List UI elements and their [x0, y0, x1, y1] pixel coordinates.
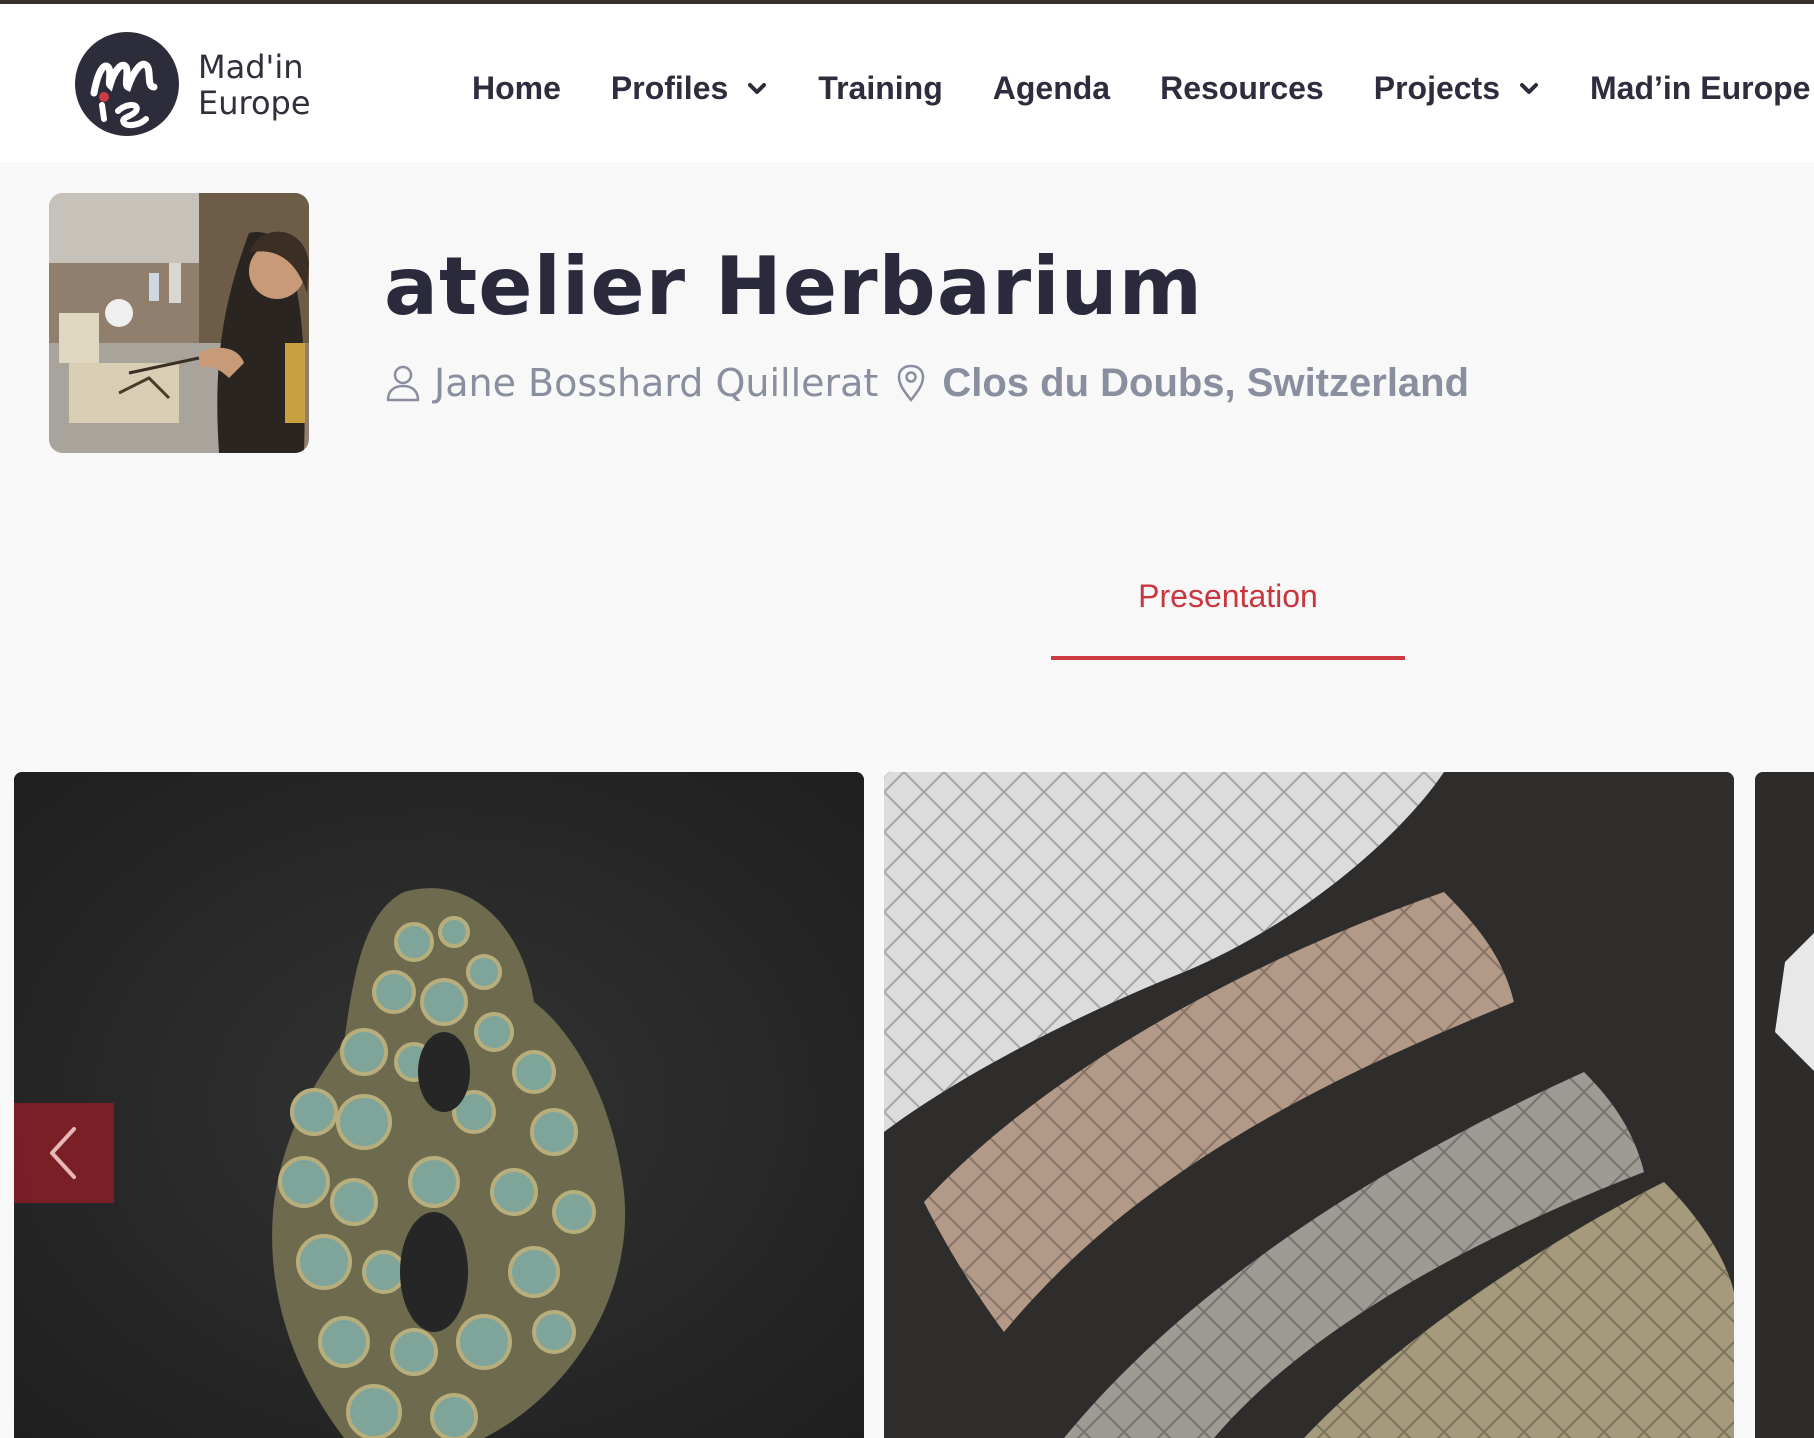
avatar-photo	[49, 193, 309, 453]
nav-madin-europe[interactable]: Mad’in Europe	[1590, 70, 1814, 107]
tab-active-indicator	[1051, 656, 1405, 660]
carousel-prev-button[interactable]	[14, 1103, 114, 1203]
nav-profiles[interactable]: Profiles	[611, 70, 768, 107]
gallery-slide-2[interactable]	[884, 772, 1734, 1438]
nav-projects[interactable]: Projects	[1374, 70, 1540, 107]
profile-meta: Jane Bosshard Quillerat Clos du Doubs, S…	[386, 358, 1469, 408]
nav-agenda-label: Agenda	[992, 69, 1111, 106]
nav-training[interactable]: Training	[818, 70, 942, 107]
profile-location[interactable]: Clos du Doubs, Switzerland	[942, 361, 1469, 406]
nav-resources-label: Resources	[1160, 69, 1324, 106]
logo-text-line1: Mad'in	[198, 48, 304, 86]
gallery-image-leaf-bracelets	[884, 772, 1734, 1438]
nav-projects-label: Projects	[1373, 69, 1500, 106]
logo-mark-icon	[75, 32, 179, 136]
nav-resources[interactable]: Resources	[1160, 70, 1324, 107]
profile-author: Jane Bosshard Quillerat	[434, 361, 879, 405]
gallery-image-partial	[1755, 772, 1814, 1438]
nav-training-label: Training	[818, 69, 943, 106]
tab-presentation[interactable]: Presentation	[1051, 578, 1405, 615]
site-header: Mad'in Europe Home Profiles Training Age…	[0, 4, 1814, 162]
gallery-slide-3[interactable]	[1755, 772, 1814, 1438]
gallery-slide-1[interactable]	[14, 772, 864, 1438]
nav-agenda[interactable]: Agenda	[993, 70, 1110, 107]
gallery-image-brooch	[14, 772, 864, 1438]
map-pin-icon	[898, 364, 925, 402]
chevron-left-icon	[50, 1127, 76, 1179]
chevron-down-icon	[1520, 83, 1538, 94]
nav-home[interactable]: Home	[472, 70, 561, 107]
user-icon	[386, 365, 420, 402]
logo-wordmark: Mad'in Europe	[198, 49, 311, 121]
logo-text-line2: Europe	[198, 84, 311, 122]
chevron-down-icon	[748, 83, 767, 94]
nav-home-label: Home	[472, 69, 561, 106]
site-logo[interactable]: Mad'in Europe	[74, 31, 324, 141]
nav-profiles-label: Profiles	[610, 69, 729, 106]
page-title: atelier Herbarium	[384, 240, 1203, 333]
profile-avatar	[49, 193, 309, 453]
main-nav: Home Profiles Training Agenda Resources …	[472, 62, 1814, 114]
nav-madin-europe-label: Mad’in Europe	[1590, 69, 1811, 106]
